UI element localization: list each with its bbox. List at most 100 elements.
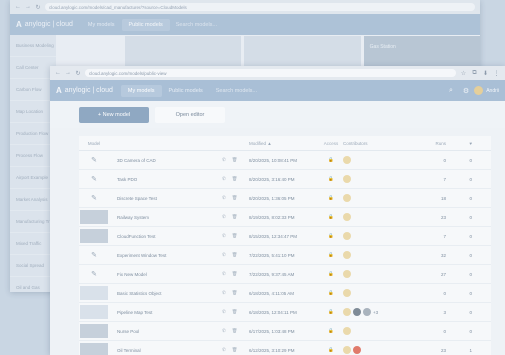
open-editor-button[interactable]: Open editor — [155, 106, 225, 123]
model-name[interactable]: 3D Camera of CAD — [109, 158, 222, 163]
model-name[interactable]: Discrete Space Test — [109, 196, 222, 201]
lock-icon: 🔒 — [328, 271, 334, 276]
header-access[interactable]: Access — [319, 141, 343, 146]
delete-icon[interactable]: 🗑 — [232, 176, 238, 182]
search-icon[interactable]: ⌕ — [449, 87, 453, 95]
table-row[interactable]: CloudFunction Test ✆ 🗑 8/15/2025, 12:34:47 … — [79, 227, 491, 246]
favorites-count: 0 — [469, 214, 472, 220]
model-name[interactable]: Oil Terminal — [109, 348, 222, 353]
header-runs[interactable]: Runs — [410, 141, 446, 146]
back-url-bar[interactable]: cloud.anylogic.com/models/cad_manufactur… — [45, 3, 475, 11]
forward-icon[interactable]: → — [25, 4, 31, 10]
header-model[interactable]: Model — [79, 141, 109, 146]
table-row[interactable]: ✎ Fix New Model ✆ 🗑 7/22/2025, 9:37:45 AM 🔒 27… — [79, 265, 491, 284]
forward-icon[interactable]: → — [65, 70, 71, 76]
delete-icon[interactable]: 🗑 — [232, 347, 238, 353]
reload-icon[interactable]: ↻ — [35, 4, 41, 11]
model-name[interactable]: Basic Statistics Object — [109, 291, 222, 296]
foreground-browser-window: ← → ↻ cloud.anylogic.com/models/public-v… — [50, 66, 505, 355]
share-icon[interactable]: ✆ — [222, 195, 226, 201]
table-row[interactable]: Pipeline Map Test ✆ 🗑 6/18/2025, 12:04:11 P… — [79, 303, 491, 322]
favorites-count: 0 — [469, 252, 472, 258]
user-name[interactable]: Andrii — [486, 88, 499, 94]
share-icon[interactable]: ✆ — [222, 290, 226, 296]
model-card[interactable] — [244, 36, 361, 66]
share-icon[interactable]: ✆ — [222, 176, 226, 182]
settings-icon[interactable]: ⚙ — [463, 87, 469, 95]
modified-date: 6/18/2025, 12:04:11 PM — [249, 309, 297, 315]
delete-icon[interactable]: 🗑 — [232, 252, 238, 258]
contributor-avatar — [343, 175, 351, 183]
model-name[interactable]: Pipeline Map Test — [109, 310, 222, 315]
share-icon[interactable]: ✆ — [222, 309, 226, 315]
delete-icon[interactable]: 🗑 — [232, 195, 238, 201]
sidebar-item[interactable]: Business Modeling — [10, 35, 56, 57]
contributors — [343, 251, 410, 259]
model-name[interactable]: Railway System — [109, 215, 222, 220]
back-search-input[interactable]: Search models... — [176, 22, 217, 28]
lock-icon: 🔒 — [328, 195, 334, 200]
table-row[interactable]: Basic Statistics Object ✆ 🗑 6/18/2025, 4:11… — [79, 284, 491, 303]
table-row[interactable]: ✎ Task PDO ✆ 🗑 8/20/2025, 3:16:40 PM 🔒 7 0 — [79, 170, 491, 189]
lock-icon: 🔒 — [328, 290, 334, 295]
back-tab-my-models[interactable]: My models — [81, 19, 122, 31]
model-name[interactable]: Task PDO — [109, 177, 222, 182]
back-tab-public-models[interactable]: Public models — [121, 18, 170, 31]
table-row[interactable]: ✎ Discrete Space Test ✆ 🗑 8/20/2025, 1:36:05… — [79, 189, 491, 208]
tab-public-models[interactable]: Public models — [162, 85, 210, 97]
favorites-count: 0 — [469, 328, 472, 334]
header-contributors[interactable]: Contributors — [343, 141, 410, 146]
contributor-avatar — [353, 346, 361, 354]
new-model-button[interactable]: + New model — [79, 106, 149, 123]
bookmark-star-icon[interactable]: ☆ — [460, 70, 467, 77]
share-icon[interactable]: ✆ — [222, 157, 226, 163]
delete-icon[interactable]: 🗑 — [232, 290, 238, 296]
header-favorites-icon[interactable]: ♥ — [446, 141, 476, 146]
download-icon[interactable]: ⬇ — [482, 70, 489, 77]
delete-icon[interactable]: 🗑 — [232, 309, 238, 315]
model-placeholder-icon: ✎ — [91, 157, 97, 164]
model-name[interactable]: Fix New Model — [109, 272, 222, 277]
table-row[interactable]: Railway System ✆ 🗑 8/19/2025, 8:02:33 PM 🔒 23… — [79, 208, 491, 227]
share-icon[interactable]: ✆ — [222, 252, 226, 258]
avatar[interactable] — [474, 86, 484, 95]
delete-icon[interactable]: 🗑 — [232, 233, 238, 239]
search-input[interactable]: Search models... — [216, 88, 257, 94]
share-icon[interactable]: ✆ — [222, 271, 226, 277]
model-name[interactable]: Nurse Pool — [109, 329, 222, 334]
table-row[interactable]: ✎ Experiment Window Test ✆ 🗑 7/22/2025, 5:41… — [79, 246, 491, 265]
share-icon[interactable]: ✆ — [222, 214, 226, 220]
model-card[interactable] — [125, 36, 242, 66]
modified-date: 6/18/2025, 4:11:05 AM — [249, 290, 294, 296]
runs-count: 23 — [440, 347, 446, 353]
back-app-bar: A anylogic | cloud My models Public mode… — [10, 14, 480, 35]
back-icon[interactable]: ← — [55, 70, 61, 76]
table-row[interactable]: ✎ 3D Camera of CAD ✆ 🗑 8/20/2025, 10:08:41 P… — [79, 151, 491, 170]
model-card[interactable]: Gas Station — [363, 36, 480, 66]
url-bar[interactable]: cloud.anylogic.com/models/public-view — [85, 69, 456, 77]
menu-kebab-icon[interactable]: ⋮ — [493, 70, 500, 77]
reload-icon[interactable]: ↻ — [75, 70, 81, 77]
table-row[interactable]: Nurse Pool ✆ 🗑 6/17/2025, 1:03:48 PM 🔒 0 0 — [79, 322, 491, 341]
model-name[interactable]: CloudFunction Test — [109, 234, 222, 239]
extensions-icon[interactable]: ⧉ — [471, 70, 478, 77]
anylogic-logo[interactable]: A anylogic | cloud — [56, 86, 113, 95]
share-icon[interactable]: ✆ — [222, 233, 226, 239]
delete-icon[interactable]: 🗑 — [232, 214, 238, 220]
lock-icon: 🔒 — [328, 157, 334, 162]
favorites-count: 1 — [469, 347, 472, 353]
tab-my-models[interactable]: My models — [120, 84, 162, 97]
delete-icon[interactable]: 🗑 — [232, 157, 238, 163]
delete-icon[interactable]: 🗑 — [232, 328, 238, 334]
share-icon[interactable]: ✆ — [222, 347, 226, 353]
runs-count: 0 — [443, 328, 446, 334]
back-icon[interactable]: ← — [15, 4, 21, 10]
model-name[interactable]: Experiment Window Test — [109, 253, 222, 258]
favorites-count: 0 — [469, 195, 472, 201]
table-row[interactable]: Oil Terminal ✆ 🗑 6/12/2025, 3:10:29 PM 🔒 23 1 — [79, 341, 491, 355]
runs-count: 23 — [440, 214, 446, 220]
share-icon[interactable]: ✆ — [222, 328, 226, 334]
header-modified[interactable]: Modified ▲ — [249, 141, 319, 146]
delete-icon[interactable]: 🗑 — [232, 271, 238, 277]
modified-date: 7/22/2025, 5:41:10 PM — [249, 252, 295, 258]
